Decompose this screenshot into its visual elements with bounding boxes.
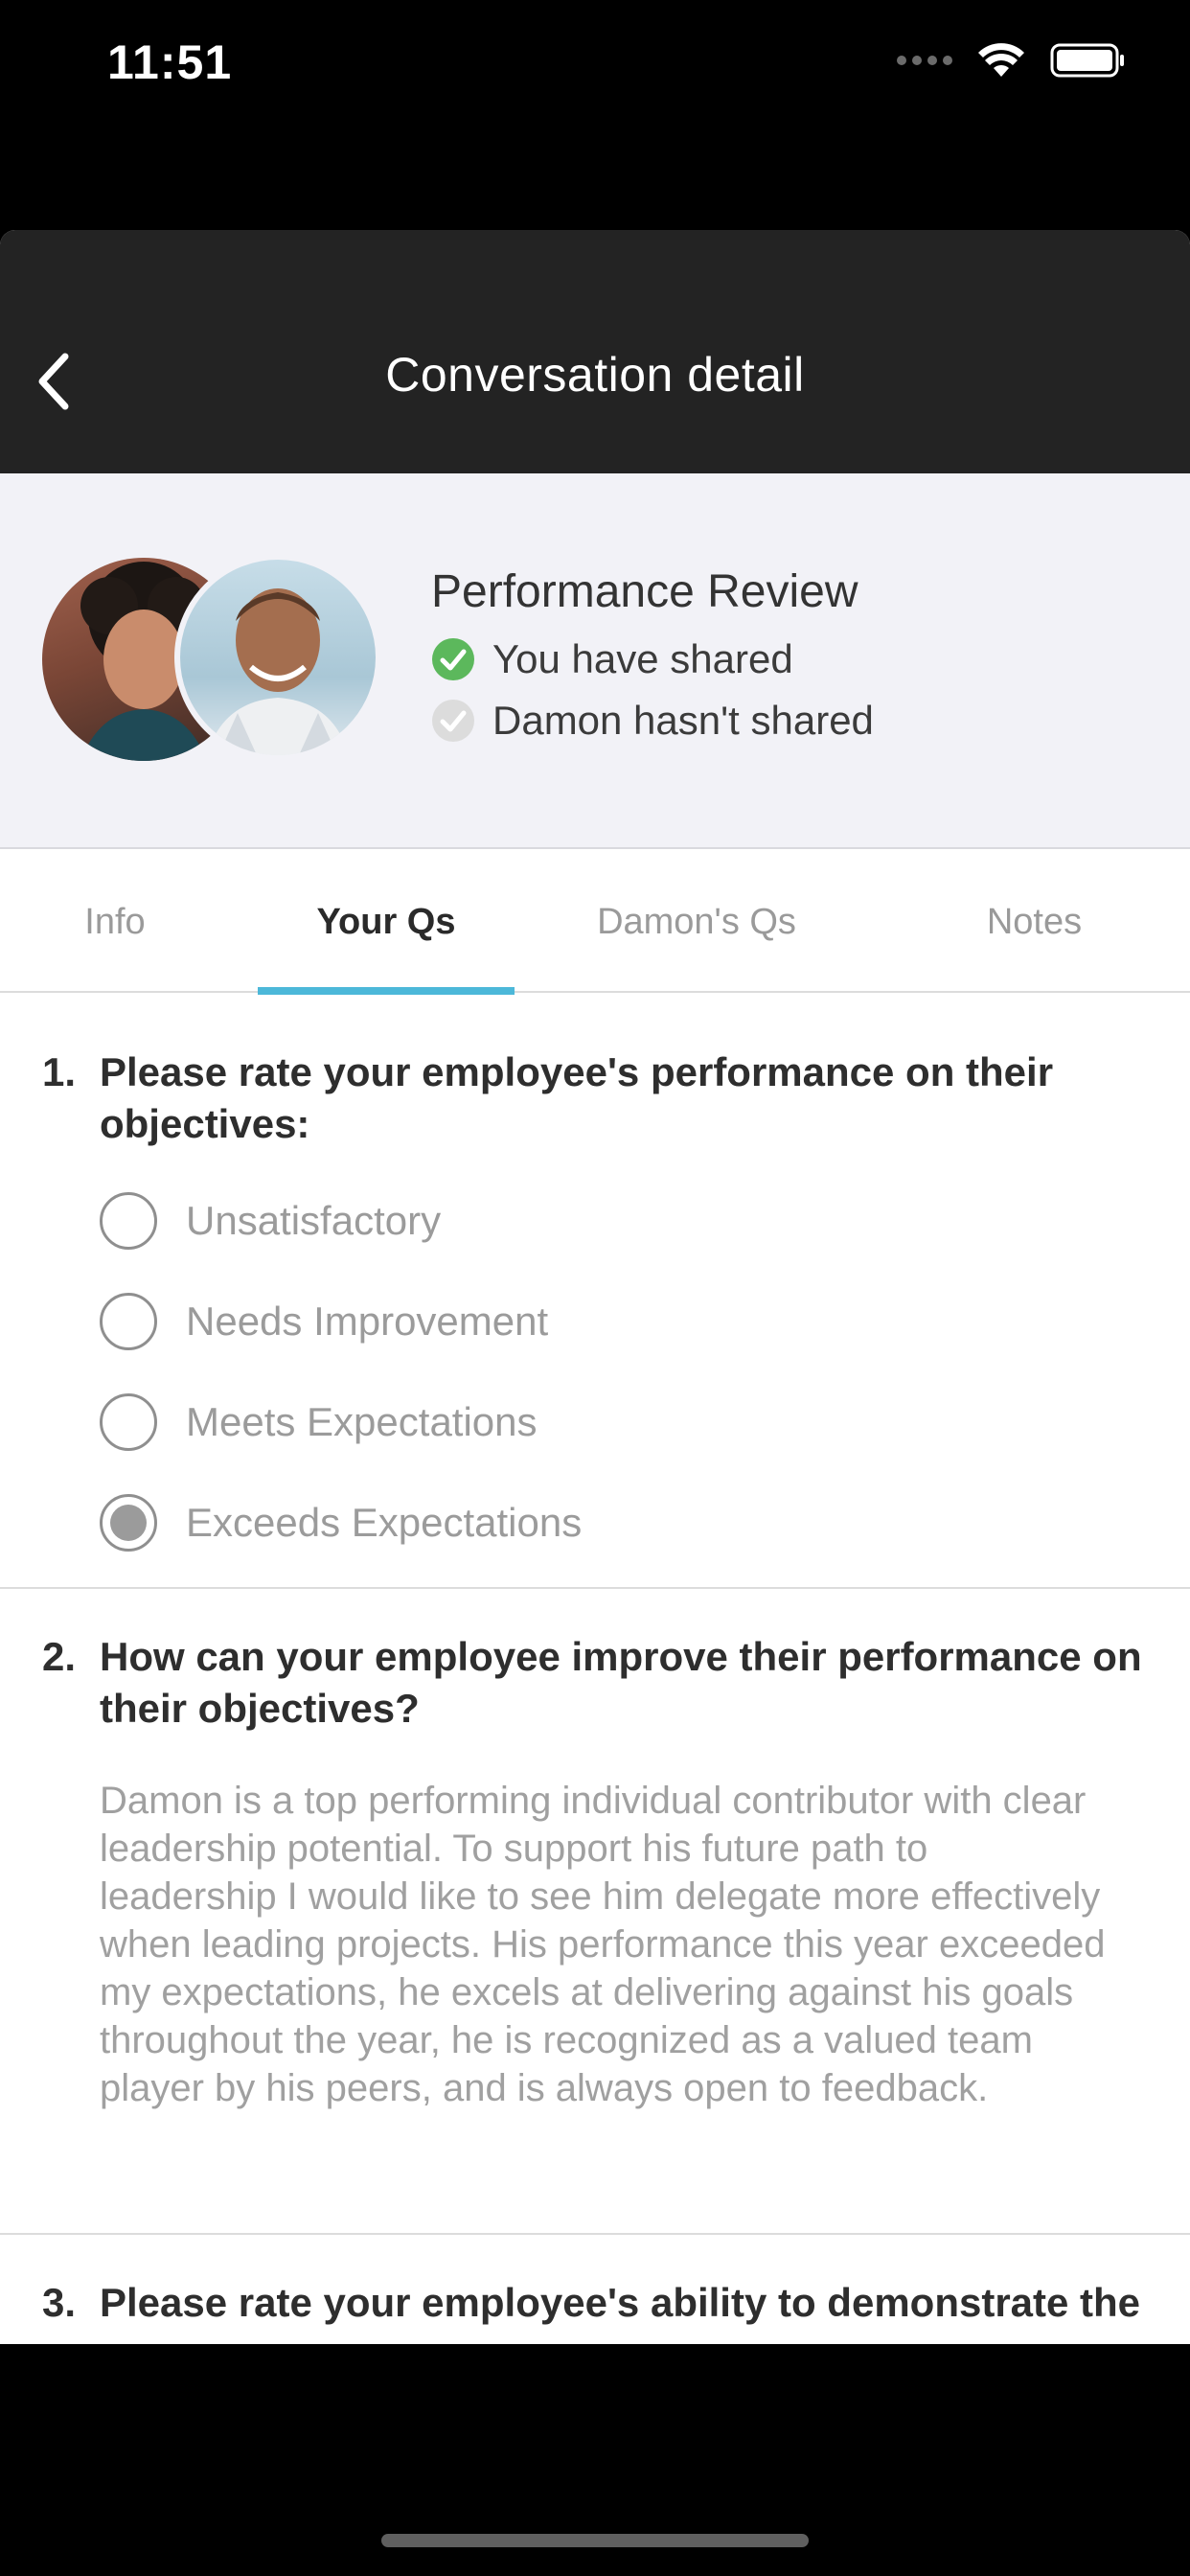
tab-bar: Info Your Qs Damon's Qs Notes	[0, 851, 1190, 995]
option-unsatisfactory[interactable]: Unsatisfactory	[100, 1192, 441, 1250]
check-circle-icon	[432, 700, 474, 742]
question-text: How can your employee improve their perf…	[100, 1634, 1142, 1731]
home-indicator[interactable]	[381, 2534, 809, 2547]
tab-your-qs[interactable]: Your Qs	[258, 851, 515, 995]
option-label: Unsatisfactory	[186, 1198, 442, 1243]
status-time: 11:51	[107, 35, 233, 89]
question-3: 3. Please rate your employee's ability t…	[0, 2235, 1190, 2344]
option-needs-improvement[interactable]: Needs Improvement	[100, 1293, 548, 1350]
radio-button[interactable]	[100, 1293, 157, 1350]
question-text: Please rate your employee's ability to d…	[100, 2280, 1141, 2325]
questions-list: 1. Please rate your employee's performan…	[0, 995, 1190, 2344]
option-meets-expectations[interactable]: Meets Expectations	[100, 1393, 538, 1451]
review-title: Performance Review	[431, 566, 858, 617]
question-number: 2.	[42, 1634, 77, 1679]
battery-icon	[1050, 43, 1124, 78]
status-bar: 11:51	[0, 0, 1190, 134]
share-status-self: You have shared	[431, 636, 793, 682]
option-label: Meets Expectations	[186, 1399, 538, 1444]
radio-button-selected[interactable]	[100, 1494, 157, 1552]
conversation-sheet: Conversation detail Performance Review Y…	[0, 230, 1190, 2344]
question-text: Please rate your employee's performance …	[100, 1049, 1054, 1146]
question-number: 1.	[42, 1049, 77, 1094]
radio-button[interactable]	[100, 1192, 157, 1250]
option-label: Needs Improvement	[186, 1299, 549, 1344]
page-title: Conversation detail	[385, 348, 805, 402]
tab-notes[interactable]: Notes	[879, 851, 1190, 993]
status-icons	[897, 42, 1127, 79]
radio-button[interactable]	[100, 1393, 157, 1451]
conversation-header: Performance Review You have shared Damon…	[0, 473, 1190, 849]
question-1: 1. Please rate your employee's performan…	[0, 995, 1190, 1589]
option-exceeds-expectations[interactable]: Exceeds Expectations	[100, 1494, 582, 1552]
answer-text: Damon is a top performing individual con…	[100, 1780, 1106, 2109]
tab-damons-qs[interactable]: Damon's Qs	[515, 851, 879, 993]
share-status-other-text: Damon hasn't shared	[492, 698, 874, 743]
share-status-self-text: You have shared	[492, 636, 793, 681]
share-status-other: Damon hasn't shared	[431, 698, 874, 744]
nav-bar: Conversation detail	[0, 230, 1190, 473]
question-number: 3.	[42, 2280, 77, 2325]
avatar-employee	[174, 554, 381, 761]
tab-info[interactable]: Info	[0, 851, 230, 993]
check-circle-icon	[432, 638, 474, 680]
question-2: 2. How can your employee improve their p…	[0, 1589, 1190, 2235]
cellular-signal-icon	[897, 56, 952, 65]
option-label: Exceeds Expectations	[186, 1500, 583, 1545]
wifi-icon	[978, 43, 1024, 77]
